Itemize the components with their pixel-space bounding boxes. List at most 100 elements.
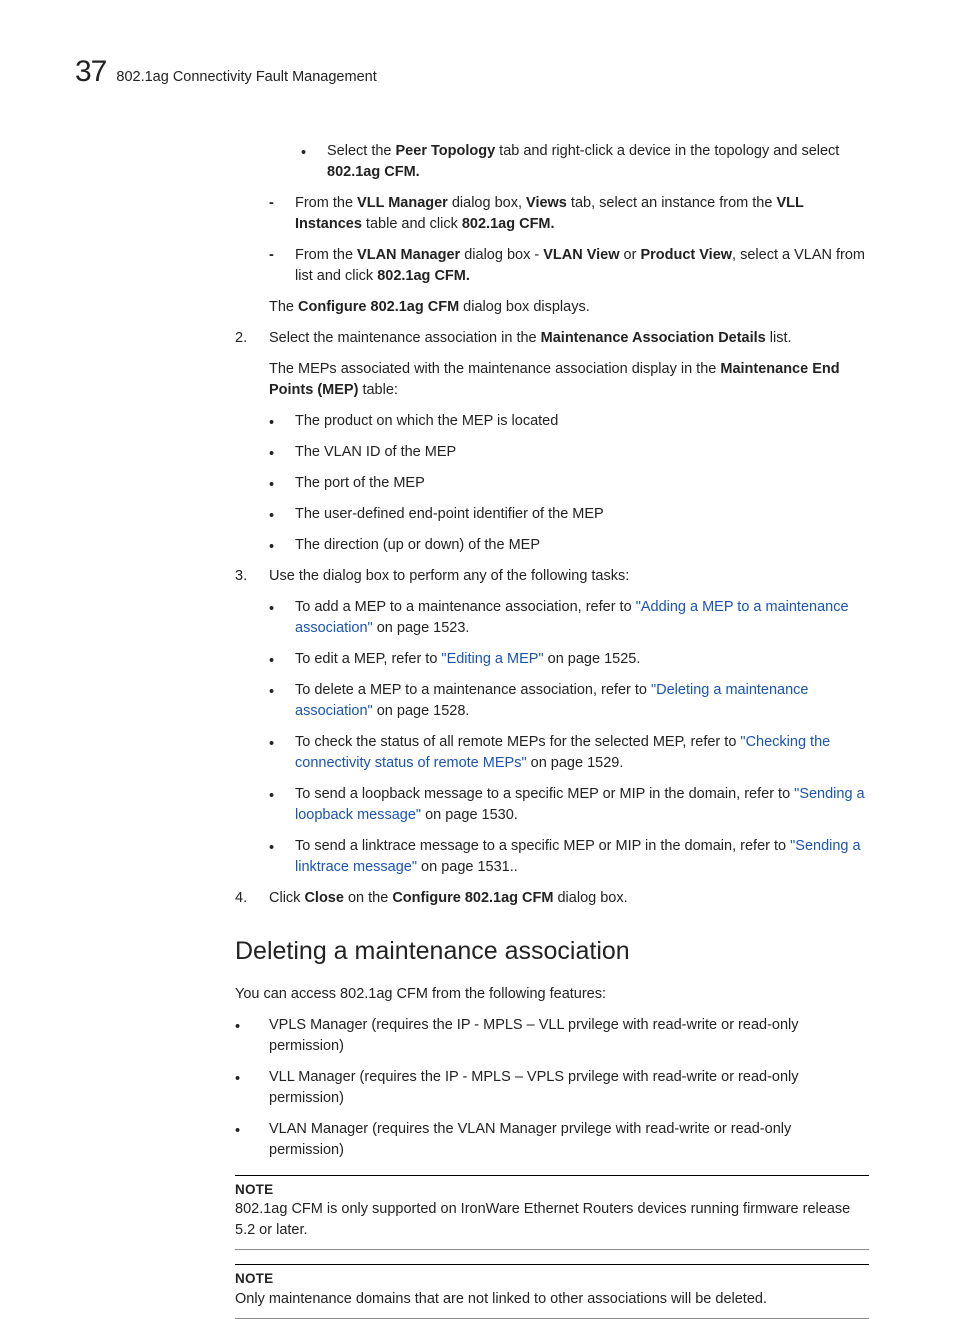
text: VPLS Manager (requires the IP - MPLS – V… [269,1017,799,1054]
text-bold: 802.1ag CFM. [377,268,470,284]
chapter-number: 37 [75,55,106,89]
bullet-icon: • [269,838,274,859]
text: on the [344,890,392,906]
note-rule [235,1264,869,1265]
step-number: 2. [235,328,247,349]
note-rule [235,1249,869,1250]
bullet-icon: • [269,786,274,807]
text: The direction (up or down) of the MEP [295,537,540,553]
text: on page 1531.. [417,859,518,875]
paragraph: The Configure 802.1ag CFM dialog box dis… [235,297,869,318]
text-bold: Views [526,195,567,211]
text: The port of the MEP [295,475,425,491]
bullet-icon: • [269,682,274,703]
text: Click [269,890,304,906]
text-bold: Peer Topology [396,143,496,159]
text: Select the maintenance association in th… [269,330,541,346]
text-bold: Configure 802.1ag CFM [392,890,553,906]
text: or [620,247,641,263]
list-item: • The user-defined end-point identifier o… [235,504,869,525]
dash-icon: - [269,245,274,266]
list-item: - From the VLL Manager dialog box, Views… [235,193,869,235]
text-bold: VLL Manager [357,195,448,211]
list-item: • To check the status of all remote MEPs… [235,732,869,774]
text-bold: 802.1ag CFM. [327,164,420,180]
text: To edit a MEP, refer to [295,651,441,667]
text: on page 1529. [527,755,624,771]
text: list. [766,330,792,346]
text: dialog box - [460,247,543,263]
list-item: - From the VLAN Manager dialog box - VLA… [235,245,869,287]
note-heading: NOTE [235,1180,869,1200]
note-body: Only maintenance domains that are not li… [235,1289,869,1310]
text-bold: VLAN View [543,247,619,263]
bullet-icon: • [269,734,274,755]
cross-ref-link[interactable]: "Editing a MEP" [441,651,543,667]
paragraph: The MEPs associated with the maintenance… [235,359,869,401]
text: tab and right-click a device in the topo… [495,143,839,159]
list-item: 3. Use the dialog box to perform any of … [235,566,869,587]
list-item: • Select the Peer Topology tab and right… [235,141,869,183]
text-bold: 802.1ag CFM. [462,216,555,232]
text: Use the dialog box to perform any of the… [269,568,629,584]
text: To add a MEP to a maintenance associatio… [295,599,636,615]
paragraph: You can access 802.1ag CFM from the foll… [235,984,869,1005]
bullet-icon: • [301,143,306,164]
list-item: • The product on which the MEP is located [235,411,869,432]
bullet-icon: • [269,506,274,527]
page-header: 37 802.1ag Connectivity Fault Management [75,55,869,89]
bullet-icon: • [269,475,274,496]
step-number: 3. [235,566,247,587]
text-bold: Configure 802.1ag CFM [298,299,459,315]
text: To send a loopback message to a specific… [295,786,794,802]
text: The MEPs associated with the maintenance… [269,361,720,377]
list-item: • To send a linktrace message to a speci… [235,836,869,878]
text: VLAN Manager (requires the VLAN Manager … [269,1121,791,1158]
text: To send a linktrace message to a specifi… [295,838,790,854]
bullet-icon: • [269,599,274,620]
list-item: • To edit a MEP, refer to "Editing a MEP… [235,649,869,670]
text: table and click [362,216,462,232]
text: on page 1525. [544,651,641,667]
note-body: 802.1ag CFM is only supported on IronWar… [235,1199,869,1241]
text: VLL Manager (requires the IP - MPLS – VP… [269,1069,799,1106]
text: dialog box displays. [459,299,590,315]
text: on page 1528. [373,703,470,719]
bullet-icon: • [235,1017,240,1038]
list-item: • To send a loopback message to a specif… [235,784,869,826]
text: From the [295,195,357,211]
bullet-icon: • [269,413,274,434]
text: To delete a MEP to a maintenance associa… [295,682,651,698]
text: on page 1523. [373,620,470,636]
list-item: •VLL Manager (requires the IP - MPLS – V… [235,1067,869,1109]
bullet-icon: • [269,537,274,558]
list-item: 4. Click Close on the Configure 802.1ag … [235,888,869,909]
bullet-icon: • [269,651,274,672]
chapter-title: 802.1ag Connectivity Fault Management [116,69,376,85]
text: The product on which the MEP is located [295,413,558,429]
text: tab, select an instance from the [567,195,777,211]
list-item: 2. Select the maintenance association in… [235,328,869,349]
list-item: • To add a MEP to a maintenance associat… [235,597,869,639]
text: The [269,299,298,315]
text-bold: VLAN Manager [357,247,460,263]
section-heading: Deleting a maintenance association [235,933,869,969]
list-item: •The VLAN ID of the MEP [235,442,869,463]
bullet-icon: • [269,444,274,465]
text-bold: Close [304,890,344,906]
text: dialog box. [553,890,627,906]
text: The user-defined end-point identifier of… [295,506,604,522]
list-item: • To delete a MEP to a maintenance assoc… [235,680,869,722]
step-number: 4. [235,888,247,909]
note-heading: NOTE [235,1269,869,1289]
text: Select the [327,143,396,159]
list-item: • The direction (up or down) of the MEP [235,535,869,556]
note-rule [235,1175,869,1176]
page-body: • Select the Peer Topology tab and right… [235,141,869,1319]
text: dialog box, [448,195,526,211]
page: 37 802.1ag Connectivity Fault Management… [0,0,954,1235]
text-bold: Maintenance Association Details [541,330,766,346]
list-item: •VLAN Manager (requires the VLAN Manager… [235,1119,869,1161]
list-item: • The port of the MEP [235,473,869,494]
text: To check the status of all remote MEPs f… [295,734,740,750]
